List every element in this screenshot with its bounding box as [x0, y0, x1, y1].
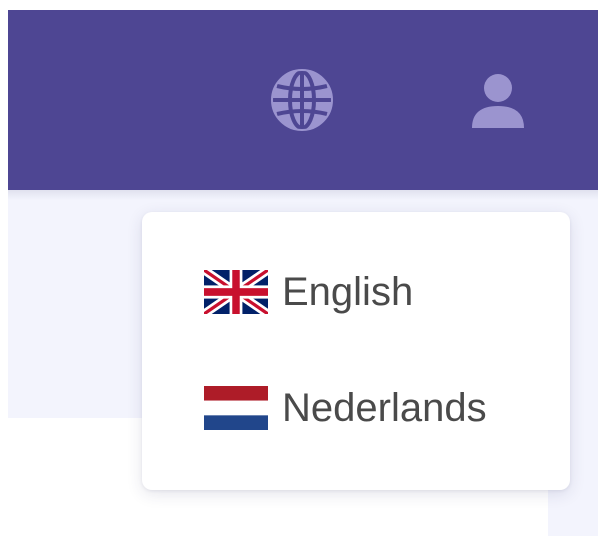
globe-icon	[271, 69, 333, 131]
uk-flag-icon	[204, 270, 268, 314]
user-icon	[472, 74, 524, 128]
language-option-english[interactable]: English	[142, 236, 570, 348]
language-switcher-button[interactable]	[264, 62, 340, 138]
language-label-nederlands: Nederlands	[282, 386, 487, 430]
user-menu-button[interactable]	[460, 62, 536, 138]
top-nav-bar	[8, 10, 598, 190]
header-shadow	[8, 190, 598, 200]
language-label-english: English	[282, 270, 414, 314]
language-option-nederlands[interactable]: Nederlands	[142, 352, 570, 464]
language-dropdown-menu: English Nederlands	[142, 212, 570, 490]
netherlands-flag-icon	[204, 386, 268, 430]
